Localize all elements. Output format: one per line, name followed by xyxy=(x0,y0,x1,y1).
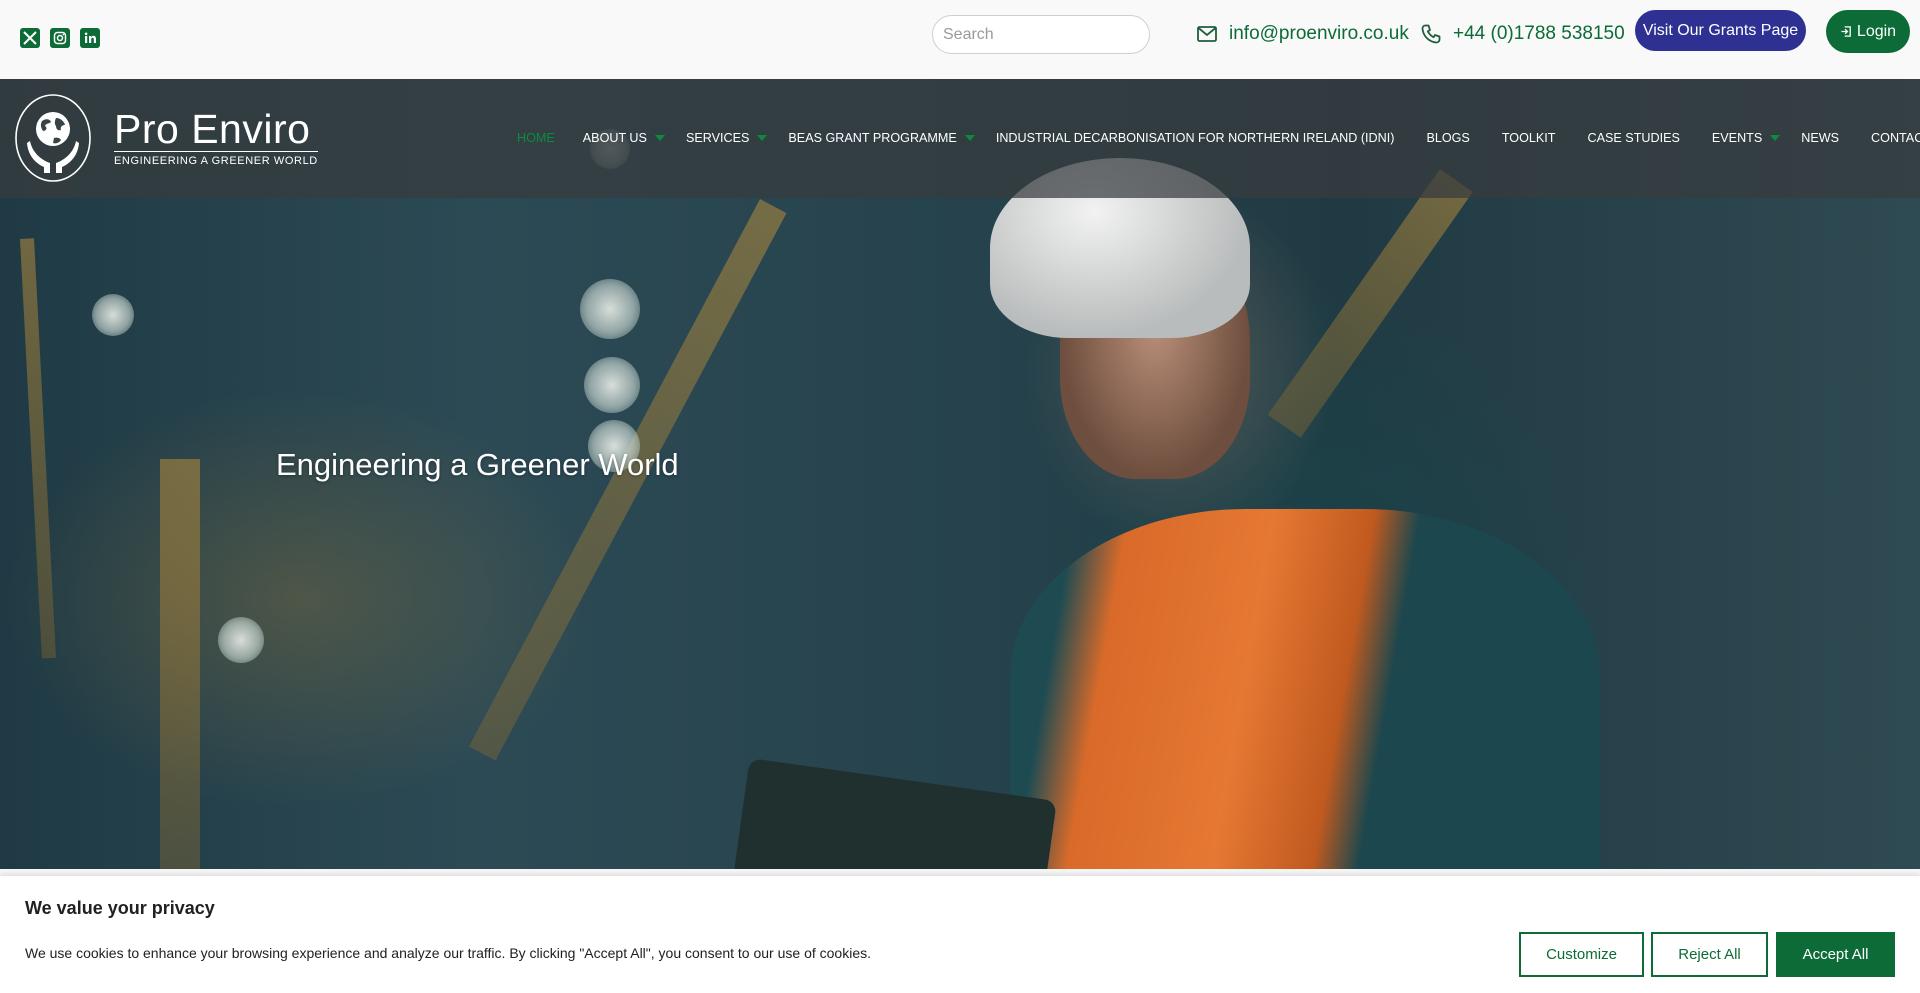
nav-item-label: CASE STUDIES xyxy=(1587,131,1680,145)
background-beam xyxy=(1267,169,1473,438)
nav-item-label: ABOUT US xyxy=(582,131,647,145)
nav-item-label: BEAS GRANT PROGRAMME xyxy=(788,131,957,145)
site-logo[interactable]: Pro Enviro ENGINEERING A GREENER WORLD xyxy=(14,93,318,183)
logo-tagline: ENGINEERING A GREENER WORLD xyxy=(114,151,318,167)
top-bar: info@proenviro.co.uk +44 (0)1788 538150 … xyxy=(0,0,1920,79)
linkedin-icon[interactable] xyxy=(80,28,100,48)
nav-item-label: EVENTS xyxy=(1711,131,1763,145)
accept-all-button[interactable]: Accept All xyxy=(1776,932,1895,977)
nav-item-news[interactable]: NEWS xyxy=(1801,131,1839,145)
nav-item-beas-grant-programme[interactable]: BEAS GRANT PROGRAMME xyxy=(788,131,975,145)
chevron-down-icon xyxy=(1770,135,1781,141)
customize-button[interactable]: Customize xyxy=(1519,932,1644,977)
worker-vest-shape xyxy=(1010,509,1600,869)
nav-item-label: SERVICES xyxy=(685,131,750,145)
nav-item-toolkit[interactable]: TOOLKIT xyxy=(1502,131,1556,145)
search-input[interactable] xyxy=(932,15,1150,54)
phone-text: +44 (0)1788 538150 xyxy=(1453,23,1625,44)
tablet-shape xyxy=(733,758,1057,869)
background-beam xyxy=(20,238,56,659)
background-light xyxy=(580,279,640,339)
nav-item-idni[interactable]: INDUSTRIAL DECARBONISATION FOR NORTHERN … xyxy=(996,131,1395,145)
login-icon xyxy=(1841,26,1851,37)
nav-item-services[interactable]: SERVICES xyxy=(685,131,768,145)
grants-page-button[interactable]: Visit Our Grants Page xyxy=(1635,10,1806,51)
cookie-description: We use cookies to enhance your browsing … xyxy=(25,945,871,961)
nav-item-label: CONTACT xyxy=(1871,131,1920,145)
background-light xyxy=(218,617,264,663)
nav-item-label: BLOGS xyxy=(1426,131,1470,145)
cookie-title: We value your privacy xyxy=(25,898,215,918)
x-icon[interactable] xyxy=(20,28,40,48)
nav-item-about-us[interactable]: ABOUT US xyxy=(583,131,665,145)
nav-item-label: NEWS xyxy=(1801,131,1840,145)
chevron-down-icon xyxy=(757,135,768,141)
background-light xyxy=(584,357,640,413)
phone-link[interactable]: +44 (0)1788 538150 xyxy=(1419,22,1625,46)
email-text: info@proenviro.co.uk xyxy=(1229,23,1409,44)
nav-item-label: HOME xyxy=(517,131,555,145)
background-light xyxy=(92,294,134,336)
nav-menu: HOME ABOUT US SERVICES BEAS GRANT PROGRA… xyxy=(517,131,1920,145)
logo-name: Pro Enviro xyxy=(114,106,311,152)
nav-item-label: TOOLKIT xyxy=(1501,131,1556,145)
social-links xyxy=(20,28,100,48)
reject-all-button[interactable]: Reject All xyxy=(1651,932,1768,977)
chevron-down-icon xyxy=(964,135,975,141)
phone-icon xyxy=(1421,24,1441,44)
background-beam xyxy=(160,459,200,869)
main-navigation: Pro Enviro ENGINEERING A GREENER WORLD H… xyxy=(0,79,1920,198)
instagram-icon[interactable] xyxy=(50,28,70,48)
nav-item-label: INDUSTRIAL DECARBONISATION FOR NORTHERN … xyxy=(995,131,1395,145)
nav-item-contact[interactable]: CONTACT xyxy=(1871,131,1920,145)
nav-item-home[interactable]: HOME xyxy=(517,131,555,145)
email-link[interactable]: info@proenviro.co.uk xyxy=(1195,22,1409,46)
mail-icon xyxy=(1197,26,1217,42)
globe-hands-icon xyxy=(15,94,91,182)
chevron-down-icon xyxy=(654,135,665,141)
login-button[interactable]: Login xyxy=(1826,10,1910,53)
nav-item-case-studies[interactable]: CASE STUDIES xyxy=(1588,131,1680,145)
login-label: Login xyxy=(1856,22,1897,40)
nav-item-blogs[interactable]: BLOGS xyxy=(1426,131,1469,145)
cookie-consent-banner: We value your privacy We use cookies to … xyxy=(0,876,1920,993)
hero-title: Engineering a Greener World xyxy=(276,447,679,482)
nav-item-events[interactable]: EVENTS xyxy=(1711,131,1781,145)
